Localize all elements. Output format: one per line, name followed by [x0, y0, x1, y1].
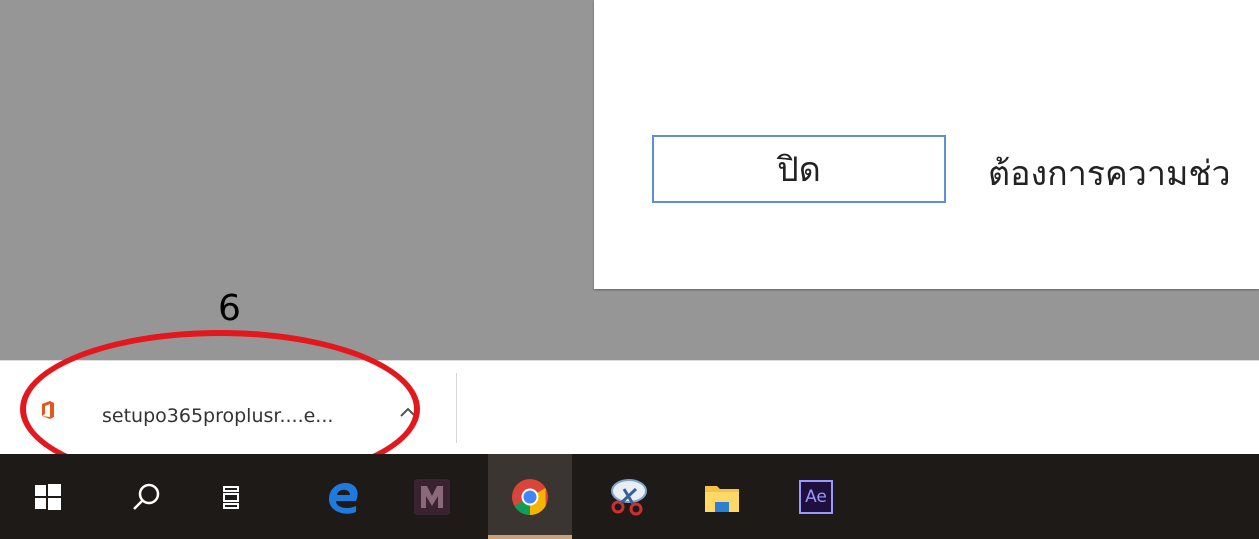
downloads-bar: setupo365proplusr....e... — [0, 360, 1259, 455]
help-link[interactable]: ต้องการความช่ว — [988, 146, 1259, 200]
after-effects-icon[interactable]: Ae — [788, 454, 844, 539]
windows-start-icon[interactable] — [20, 454, 76, 539]
annotation-step-number: 6 — [218, 288, 241, 329]
download-item[interactable]: setupo365proplusr....e... — [30, 375, 430, 443]
office-icon — [42, 401, 54, 419]
search-icon[interactable] — [118, 454, 174, 539]
download-file-name: setupo365proplusr....e... — [102, 405, 334, 427]
close-button[interactable]: ปิด — [652, 135, 946, 203]
after-effects-label: Ae — [799, 479, 833, 514]
chrome-icon[interactable] — [488, 454, 572, 539]
taskbar: Ae — [0, 454, 1259, 539]
task-view-icon[interactable] — [203, 454, 259, 539]
snipping-tool-icon[interactable] — [600, 454, 656, 539]
predator-sense-icon[interactable] — [404, 454, 460, 539]
file-explorer-icon[interactable] — [694, 454, 750, 539]
chevron-up-icon[interactable] — [398, 405, 418, 419]
divider — [456, 373, 457, 443]
edge-icon[interactable] — [316, 454, 372, 539]
dialog: ปิด ต้องการความช่ว — [594, 0, 1259, 289]
